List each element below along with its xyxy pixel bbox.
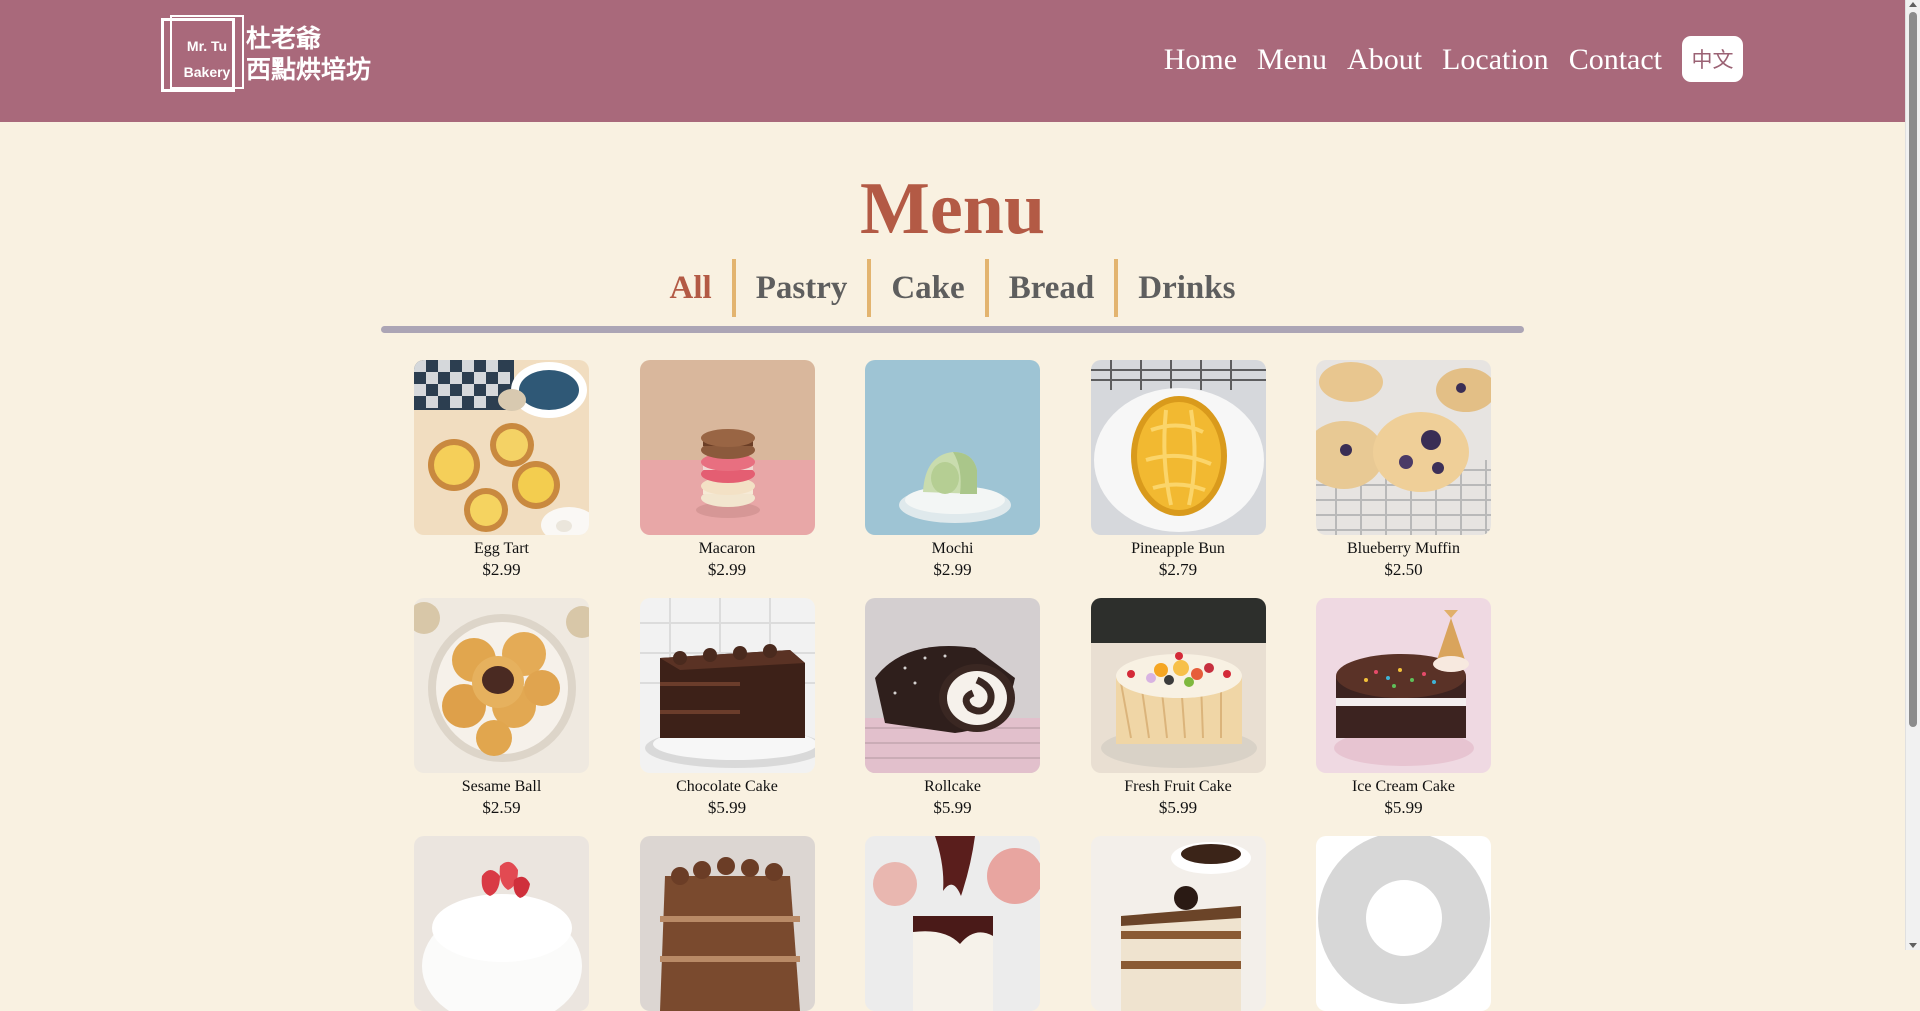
page-scrollbar[interactable] — [1905, 0, 1920, 950]
logo-chinese-text: 杜老爺 西點烘培坊 — [246, 23, 371, 85]
item-name: Pineapple Bun — [1131, 540, 1225, 557]
item-name: Chocolate Cake — [676, 778, 778, 795]
tab-bread[interactable]: Bread — [989, 259, 1115, 317]
sesame-ball-image — [414, 598, 589, 773]
item-price: $5.99 — [707, 798, 747, 817]
menu-item[interactable] — [414, 836, 589, 1011]
site-header: Mr. Tu Bakery 杜老爺 西點烘培坊 Home Menu About … — [0, 0, 1905, 122]
tabs-underline — [381, 326, 1524, 333]
blueberry-muffin-image — [1316, 360, 1491, 535]
menu-item-fresh-fruit-cake[interactable]: Fresh Fruit Cake $5.99 — [1090, 598, 1266, 818]
menu-item[interactable] — [865, 836, 1040, 1011]
logo-en-line1: Mr. Tu — [186, 38, 228, 54]
chocolate-layer-cake-image — [639, 836, 815, 1011]
nav-contact[interactable]: Contact — [1569, 43, 1662, 77]
item-name: Egg Tart — [473, 540, 529, 557]
menu-item-chocolate-cake[interactable]: Chocolate Cake $5.99 — [639, 598, 815, 818]
menu-item[interactable] — [1316, 836, 1491, 1011]
menu-item-ice-cream-cake[interactable]: Ice Cream Cake $5.99 — [1316, 598, 1491, 818]
mochi-image — [865, 360, 1040, 535]
logo-en-line2: Bakery — [183, 64, 231, 80]
item-name: Mochi — [931, 540, 974, 557]
nav-about[interactable]: About — [1347, 43, 1422, 77]
placeholder-image — [1316, 836, 1491, 1011]
bakery-logo[interactable]: Mr. Tu Bakery 杜老爺 西點烘培坊 — [160, 15, 390, 99]
chocolate-cake-image — [639, 598, 815, 773]
menu-item-rollcake[interactable]: Rollcake $5.99 — [865, 598, 1040, 818]
language-toggle-button[interactable]: 中文 — [1682, 36, 1743, 82]
tiramisu-image — [1090, 836, 1266, 1011]
item-price: $2.99 — [933, 560, 972, 579]
item-price: $5.99 — [1384, 798, 1423, 817]
logo-zh-line2: 西點烘培坊 — [246, 55, 372, 84]
item-name: Macaron — [698, 540, 756, 557]
scroll-down-arrow-icon[interactable] — [1909, 943, 1917, 948]
ice-cream-cake-image — [1316, 598, 1491, 773]
category-tabs: All Pastry Cake Bread Drinks — [0, 259, 1905, 317]
item-name: Rollcake — [924, 778, 981, 795]
tab-all[interactable]: All — [650, 259, 732, 317]
menu-item-macaron[interactable]: Macaron $2.99 — [639, 360, 815, 580]
menu-item[interactable] — [639, 836, 815, 1011]
tab-cake[interactable]: Cake — [871, 259, 984, 317]
logo-zh-line1: 杜老爺 — [246, 24, 322, 53]
item-name: Fresh Fruit Cake — [1124, 778, 1232, 795]
item-name: Blueberry Muffin — [1346, 540, 1460, 557]
scroll-up-arrow-icon[interactable] — [1909, 2, 1917, 7]
item-price: $2.79 — [1158, 560, 1198, 579]
macaron-image — [639, 360, 815, 535]
item-price: $5.99 — [1158, 798, 1198, 817]
item-name: Ice Cream Cake — [1351, 778, 1456, 795]
item-price: $2.59 — [482, 798, 521, 817]
item-name: Sesame Ball — [461, 778, 542, 795]
nav-location[interactable]: Location — [1442, 43, 1549, 77]
fresh-fruit-cake-image — [1090, 598, 1266, 773]
rollcake-image — [865, 598, 1040, 773]
item-price: $2.99 — [482, 560, 521, 579]
menu-grid: Egg Tart $2.99 Macaron $2.99 Mochi $2.99… — [414, 360, 1494, 1011]
tab-pastry[interactable]: Pastry — [736, 259, 868, 317]
item-price: $2.50 — [1384, 560, 1423, 579]
main-nav: Home Menu About Location Contact 中文 — [1144, 36, 1743, 82]
nav-menu[interactable]: Menu — [1257, 43, 1327, 77]
menu-item[interactable] — [1090, 836, 1266, 1011]
pineapple-bun-image — [1090, 360, 1266, 535]
scrollbar-thumb[interactable] — [1909, 12, 1917, 727]
menu-item-blueberry-muffin[interactable]: Blueberry Muffin $2.50 — [1316, 360, 1491, 580]
logo-english-text: Mr. Tu Bakery — [174, 33, 240, 85]
menu-item-egg-tart[interactable]: Egg Tart $2.99 — [414, 360, 589, 580]
nav-home[interactable]: Home — [1164, 43, 1237, 77]
egg-tart-image — [414, 360, 589, 535]
menu-item-sesame-ball[interactable]: Sesame Ball $2.59 — [414, 598, 589, 818]
page-title: Menu — [860, 168, 1045, 250]
menu-item-pineapple-bun[interactable]: Pineapple Bun $2.79 — [1090, 360, 1266, 580]
menu-item-mochi[interactable]: Mochi $2.99 — [865, 360, 1040, 580]
item-price: $5.99 — [933, 798, 972, 817]
item-price: $2.99 — [707, 560, 747, 579]
tab-drinks[interactable]: Drinks — [1118, 259, 1255, 317]
chocolate-cheesecake-image — [865, 836, 1040, 1011]
cream-strawberry-cake-image — [414, 836, 589, 1011]
